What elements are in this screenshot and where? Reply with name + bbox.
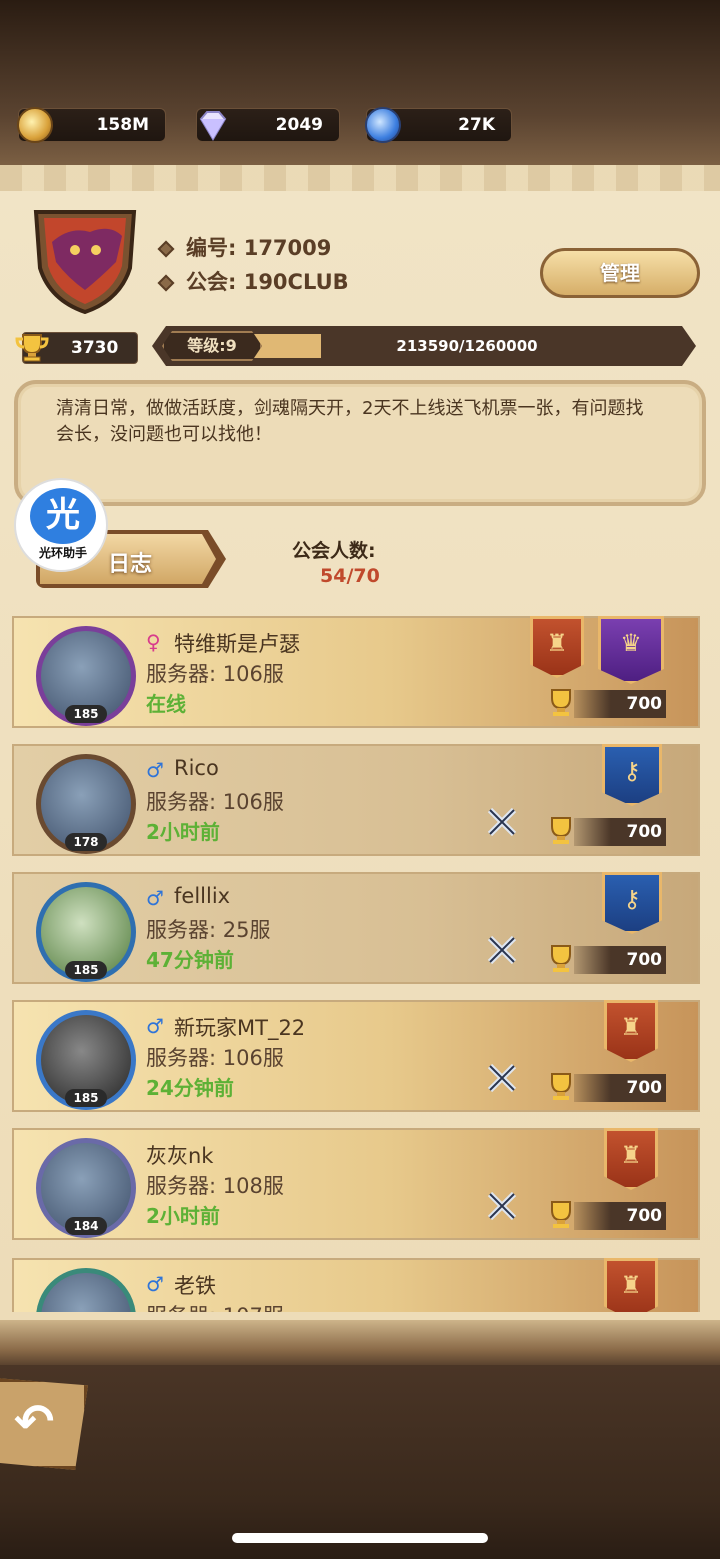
member-server: 服务器: 25服 [146,918,271,942]
crossed-swords-icon [487,807,517,837]
helper-logo-icon: 光 [30,488,96,544]
gold-coin-icon [17,107,53,143]
blue-banner-icon: ⚷ [602,744,662,806]
member-status: 47分钟前 [146,948,234,972]
member-count-value: 54/70 [320,565,380,587]
female-icon: ♀ [146,630,161,654]
member-score: 700 [574,1202,666,1230]
member-level: 184 [65,1217,107,1235]
member-row[interactable]: 184 灰灰nk 服务器: 108服 2小时前 ♜ 700 [12,1128,700,1240]
member-list[interactable]: 185 ♀ 特维斯是卢瑟 服务器: 106服 在线 ♜ ♛ 700 178 ♂ … [0,612,720,1312]
red-banner-icon: ♜ [604,1000,658,1062]
gold-value: 158M [96,115,149,135]
member-level: 185 [65,705,107,723]
member-score: 700 [574,818,666,846]
bottom-trim [0,1320,720,1370]
trophy-icon [551,817,571,844]
member-row[interactable]: 185 ♂ felllix 服务器: 25服 47分钟前 ⚷ 700 [12,872,700,984]
guild-notice-text: 清清日常，做做活跃度，剑魂隔天开，2天不上线送飞机票一张，有问题找会长，没问题也… [56,398,644,445]
member-name: 老铁 [174,1274,216,1298]
member-avatar: 184 [36,1138,136,1238]
trophy-icon [551,689,571,716]
member-status: 24分钟前 [146,1076,234,1100]
gold-currency[interactable]: 158M [17,107,166,143]
guild-id: 编号: 177009 [157,232,331,262]
member-avatar: 185 [36,1010,136,1110]
diamond-icon [199,111,227,141]
guild-name: 公会: 190CLUB [157,266,349,296]
guild-exp-text: 213590/1260000 [396,337,538,355]
member-score: 700 [574,690,666,718]
member-avatar [36,1268,136,1312]
member-level: 178 [65,833,107,851]
back-button[interactable]: ↶ [0,1378,88,1470]
trophy-icon [551,1201,571,1228]
crossed-swords-icon [487,1063,517,1093]
male-icon: ♂ [146,1272,164,1296]
purple-crown-banner-icon: ♛ [598,616,664,684]
crossed-swords-icon [487,935,517,965]
member-avatar: 185 [36,882,136,982]
member-row[interactable]: 185 ♂ 新玩家MT_22 服务器: 106服 24分钟前 ♜ 700 [12,1000,700,1112]
red-banner-icon: ♜ [604,1128,658,1190]
member-server: 服务器: 106服 [146,662,284,686]
member-server: 服务器: 107服 [146,1300,284,1312]
member-row[interactable]: ♂ 老铁 服务器: 107服 ♜ [12,1258,700,1312]
member-score: 700 [574,1074,666,1102]
diamond-bullet-icon [157,274,175,292]
helper-floating-badge[interactable]: 光 光环助手 [14,478,108,572]
member-status: 2小时前 [146,1204,220,1228]
helper-caption: 光环助手 [38,546,87,560]
member-server: 服务器: 106服 [146,1046,284,1070]
member-level: 185 [65,1089,107,1107]
member-row[interactable]: 178 ♂ Rico 服务器: 106服 2小时前 ⚷ 700 [12,744,700,856]
guild-trophies: 3730 [15,332,138,364]
home-indicator[interactable] [232,1533,488,1543]
trophy-icon [551,1073,571,1100]
member-name: 特维斯是卢瑟 [174,632,300,656]
trophy-icon [551,945,571,972]
member-name: felllix [174,884,231,908]
red-banner-icon: ♜ [530,616,584,678]
diamond-value: 2049 [275,115,323,135]
guild-emblem-icon [33,210,137,314]
back-arrow-icon: ↶ [14,1394,55,1450]
member-score: 700 [574,946,666,974]
male-icon: ♂ [146,1014,164,1038]
member-name: Rico [174,756,219,780]
member-avatar: 178 [36,754,136,854]
log-button-label: 日志 [108,552,153,577]
crossed-swords-icon [487,1191,517,1221]
trophy-icon [15,334,49,362]
member-count-label: 公会人数: [292,540,376,562]
red-banner-icon: ♜ [604,1258,658,1312]
member-status: 在线 [146,692,186,716]
bottom-bar [0,1365,720,1559]
male-icon: ♂ [146,758,164,782]
member-level: 185 [65,961,107,979]
member-avatar: 185 [36,626,136,726]
member-status: 2小时前 [146,820,220,844]
male-icon: ♂ [146,886,164,910]
manage-button[interactable]: 管理 [540,248,700,298]
stone-value: 27K [458,115,495,135]
diamond-bullet-icon [157,240,175,258]
guild-level: 等级:9 [162,331,262,361]
member-server: 服务器: 106服 [146,790,284,814]
member-row[interactable]: 185 ♀ 特维斯是卢瑟 服务器: 106服 在线 ♜ ♛ 700 [12,616,700,728]
member-name: 灰灰nk [146,1144,214,1168]
blue-stone-icon [365,107,401,143]
panel-trim [0,165,720,191]
member-name: 新玩家MT_22 [174,1016,306,1040]
diamond-currency[interactable]: 2049 [196,108,340,142]
stone-currency[interactable]: 27K [365,107,512,143]
blue-banner-icon: ⚷ [602,872,662,934]
member-server: 服务器: 108服 [146,1174,284,1198]
